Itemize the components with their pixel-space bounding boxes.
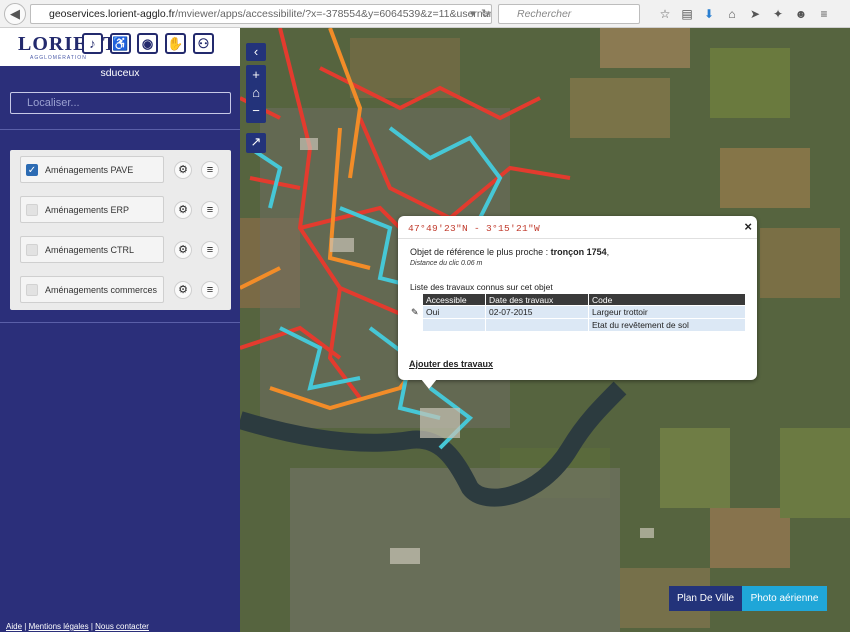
list-menu-icon[interactable]: ≡ bbox=[201, 161, 219, 179]
layer-toggle-erp[interactable]: Aménagements ERP bbox=[20, 196, 164, 223]
chat-icon[interactable]: ☻ bbox=[792, 5, 810, 23]
share-button[interactable]: ↗ bbox=[246, 133, 266, 153]
browser-search-input[interactable]: Rechercher bbox=[498, 4, 640, 24]
wheelchair-icon[interactable]: ♿ bbox=[110, 33, 131, 54]
layer-panel: ✓ Aménagements PAVE ⚙ ≡ Aménagements ERP… bbox=[10, 150, 231, 310]
popup-pointer bbox=[421, 379, 437, 389]
localiser-input[interactable]: Localiser... bbox=[10, 92, 231, 114]
table-header-row: Accessible Date des travaux Code bbox=[408, 294, 745, 305]
download-icon[interactable]: ⬇ bbox=[700, 5, 718, 23]
ref-suffix: , bbox=[606, 247, 610, 257]
table-cell-empty bbox=[408, 319, 422, 331]
back-button[interactable]: ◀ bbox=[4, 3, 26, 25]
extension-icon[interactable]: ✦ bbox=[769, 5, 787, 23]
url-bar[interactable]: geoservices.lorient-agglo.fr/mviewer/app… bbox=[30, 4, 492, 24]
checkbox-icon[interactable] bbox=[26, 244, 38, 256]
dropdown-icon[interactable]: ▾ bbox=[470, 4, 476, 24]
sidebar-footer: Aide | Mentions légales | Nous contacter bbox=[6, 622, 149, 631]
footer-separator: | bbox=[90, 622, 93, 631]
layer-toggle-ctrl[interactable]: Aménagements CTRL bbox=[20, 236, 164, 263]
layer-label: Aménagements CTRL bbox=[45, 245, 135, 255]
list-menu-icon[interactable]: ≡ bbox=[201, 281, 219, 299]
layer-label: Aménagements ERP bbox=[45, 205, 130, 215]
lorient-logo-sub: AGGLOMÉRATION bbox=[30, 55, 87, 61]
table-cell bbox=[486, 319, 588, 331]
layer-row-ctrl: Aménagements CTRL ⚙ ≡ bbox=[10, 230, 231, 270]
table-row: ✎ Oui 02-07-2015 Largeur trottoir bbox=[408, 306, 745, 318]
send-icon[interactable]: ➤ bbox=[746, 5, 764, 23]
reload-icon[interactable]: ↻ bbox=[481, 4, 490, 24]
layer-label: Aménagements commerces bbox=[45, 285, 158, 295]
sidebar: LORIENT AGGLOMÉRATION ♪ ♿ ◉ ✋ ⚇ sduceux … bbox=[0, 28, 240, 632]
home-icon[interactable]: ⌂ bbox=[723, 5, 741, 23]
localiser-placeholder: Localiser... bbox=[27, 97, 80, 109]
ref-prefix: Objet de référence le plus proche : bbox=[410, 247, 551, 257]
elderly-icon[interactable]: ⚇ bbox=[193, 33, 214, 54]
aide-link[interactable]: Aide bbox=[6, 622, 22, 631]
table-header: Code bbox=[589, 294, 745, 305]
gear-icon[interactable]: ⚙ bbox=[174, 281, 192, 299]
visual-impairment-icon[interactable]: ◉ bbox=[137, 33, 158, 54]
bookmark-star-icon[interactable]: ☆ bbox=[656, 5, 674, 23]
table-header: Date des travaux bbox=[486, 294, 588, 305]
table-cell bbox=[423, 319, 485, 331]
zoom-in-button[interactable]: + bbox=[246, 66, 266, 84]
zoom-out-button[interactable]: − bbox=[246, 102, 266, 120]
footer-separator: | bbox=[24, 622, 27, 631]
browser-toolbar: ◀ geoservices.lorient-agglo.fr/mviewer/a… bbox=[0, 0, 850, 28]
gear-icon[interactable]: ⚙ bbox=[174, 241, 192, 259]
layer-row-commerces: Aménagements commerces ⚙ ≡ bbox=[10, 270, 231, 310]
close-icon[interactable]: × bbox=[744, 219, 752, 234]
checkbox-icon[interactable] bbox=[26, 204, 38, 216]
browser-search-placeholder: Rechercher bbox=[517, 8, 572, 20]
feature-popup: 47°49'23"N - 3°15'21"W × Objet de référe… bbox=[398, 216, 757, 380]
table-cell: Oui bbox=[423, 306, 485, 318]
edit-icon[interactable]: ✎ bbox=[408, 306, 422, 318]
divider bbox=[0, 322, 240, 323]
menu-icon[interactable]: ≡ bbox=[815, 5, 833, 23]
layer-label: Aménagements PAVE bbox=[45, 165, 134, 175]
username: sduceux bbox=[100, 67, 140, 79]
collapse-sidebar-button[interactable]: ‹ bbox=[246, 43, 266, 61]
popup-coordinates: 47°49'23"N - 3°15'21"W bbox=[408, 223, 541, 234]
works-table: Accessible Date des travaux Code ✎ Oui 0… bbox=[407, 293, 746, 332]
deaf-icon[interactable]: ✋ bbox=[165, 33, 186, 54]
gear-icon[interactable]: ⚙ bbox=[174, 161, 192, 179]
table-cell: Etat du revêtement de sol bbox=[589, 319, 745, 331]
gear-icon[interactable]: ⚙ bbox=[174, 201, 192, 219]
logo-area: LORIENT AGGLOMÉRATION ♪ ♿ ◉ ✋ ⚇ bbox=[0, 28, 240, 66]
layer-toggle-pave[interactable]: ✓ Aménagements PAVE bbox=[20, 156, 164, 183]
table-cell: Largeur trottoir bbox=[589, 306, 745, 318]
layer-toggle-commerces[interactable]: Aménagements commerces bbox=[20, 276, 164, 303]
hearing-impairment-icon[interactable]: ♪ bbox=[82, 33, 103, 54]
checkbox-checked-icon[interactable]: ✓ bbox=[26, 164, 38, 176]
reading-list-icon[interactable]: ▤ bbox=[678, 5, 696, 23]
layer-row-erp: Aménagements ERP ⚙ ≡ bbox=[10, 190, 231, 230]
reference-object: Objet de référence le plus proche : tron… bbox=[410, 247, 609, 257]
divider bbox=[0, 129, 240, 130]
add-works-link[interactable]: Ajouter des travaux bbox=[409, 359, 493, 369]
zoom-control: + ⌂ − bbox=[246, 65, 266, 123]
home-button[interactable]: ⌂ bbox=[246, 84, 266, 102]
url-path: /mviewer/apps/accessibilite/?x=-378554&y… bbox=[175, 8, 491, 20]
plan-de-ville-button[interactable]: Plan De Ville bbox=[669, 586, 742, 611]
popup-divider bbox=[398, 238, 757, 239]
list-menu-icon[interactable]: ≡ bbox=[201, 241, 219, 259]
layer-row-pave: ✓ Aménagements PAVE ⚙ ≡ bbox=[10, 150, 231, 190]
ref-value: tronçon 1754 bbox=[550, 247, 607, 257]
url-host: geoservices.lorient-agglo.fr bbox=[49, 8, 176, 20]
click-distance: Distance du clic 0.06 m bbox=[410, 260, 483, 267]
works-list-title: Liste des travaux connus sur cet objet bbox=[410, 282, 553, 292]
table-header: Accessible bbox=[423, 294, 485, 305]
list-menu-icon[interactable]: ≡ bbox=[201, 201, 219, 219]
mentions-link[interactable]: Mentions légales bbox=[29, 622, 89, 631]
photo-aerienne-button[interactable]: Photo aérienne bbox=[742, 586, 827, 611]
contact-link[interactable]: Nous contacter bbox=[95, 622, 149, 631]
table-row: Etat du revêtement de sol bbox=[408, 319, 745, 331]
table-cell: 02-07-2015 bbox=[486, 306, 588, 318]
table-header-edit bbox=[408, 294, 422, 305]
checkbox-icon[interactable] bbox=[26, 284, 38, 296]
